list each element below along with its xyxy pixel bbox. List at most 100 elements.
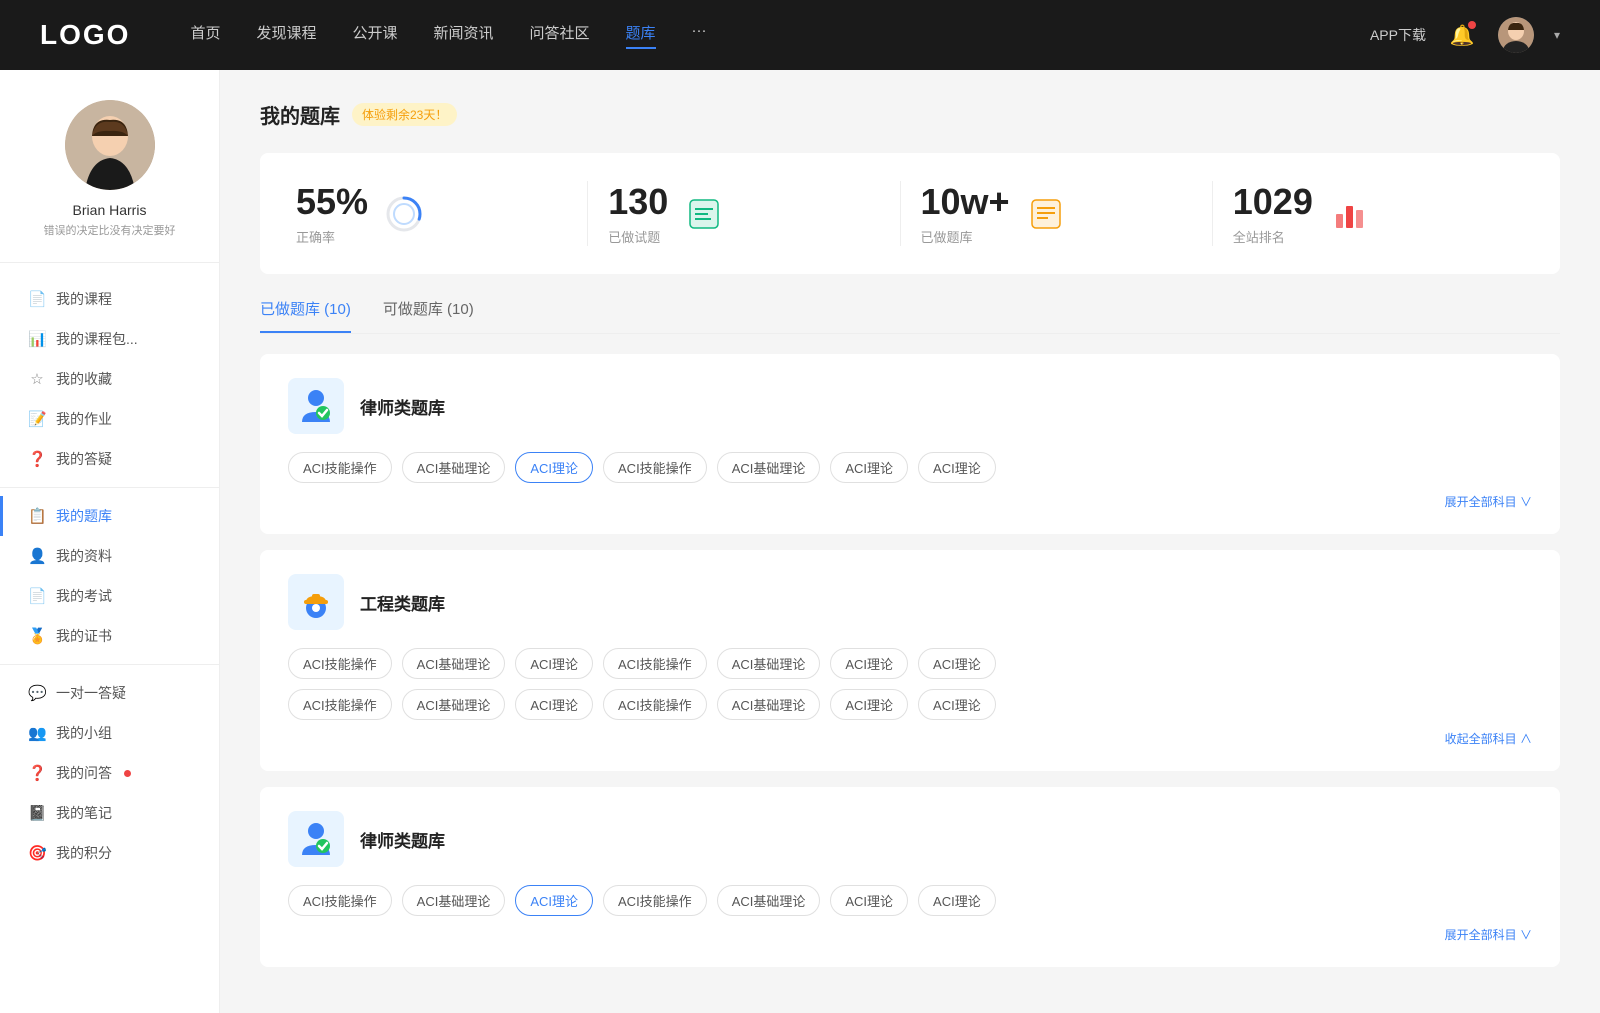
eng-tag-6[interactable]: ACI理论	[918, 648, 996, 679]
eng-tag-4[interactable]: ACI基础理论	[717, 648, 821, 679]
sidebar-item-questionbank[interactable]: 📋 我的题库	[0, 496, 219, 536]
sidebar-item-label: 我的积分	[56, 843, 112, 863]
sidebar-item-label: 我的收藏	[56, 369, 112, 389]
eng-tag-0[interactable]: ACI技能操作	[288, 648, 392, 679]
eng-tag-3[interactable]: ACI技能操作	[603, 648, 707, 679]
law2-tag-5[interactable]: ACI理论	[830, 885, 908, 916]
sidebar-item-label: 我的课程	[56, 289, 112, 309]
sidebar-item-group[interactable]: 👥 我的小组	[0, 713, 219, 753]
tag-4[interactable]: ACI基础理论	[717, 452, 821, 483]
sidebar-item-myqa[interactable]: ❓ 我的问答	[0, 753, 219, 793]
eng-tag2-5[interactable]: ACI理论	[830, 689, 908, 720]
questionbank-icon: 📋	[28, 507, 46, 525]
trial-badge: 体验剩余23天！	[352, 103, 457, 126]
bank-tags-lawyer-1: ACI技能操作 ACI基础理论 ACI理论 ACI技能操作 ACI基础理论 AC…	[288, 452, 1532, 483]
logo[interactable]: LOGO	[40, 19, 130, 51]
bank-card-header-1: 律师类题库	[288, 378, 1532, 434]
eng-tag2-3[interactable]: ACI技能操作	[603, 689, 707, 720]
law2-tag-3[interactable]: ACI技能操作	[603, 885, 707, 916]
app-download-button[interactable]: APP下载	[1370, 25, 1426, 45]
sidebar-item-coursepack[interactable]: 📊 我的课程包...	[0, 319, 219, 359]
coursepack-icon: 📊	[28, 330, 46, 348]
tag-5[interactable]: ACI理论	[830, 452, 908, 483]
eng-tag2-2[interactable]: ACI理论	[515, 689, 593, 720]
eng-tag2-6[interactable]: ACI理论	[918, 689, 996, 720]
eng-tag-1[interactable]: ACI基础理论	[402, 648, 506, 679]
stat-done-banks-label: 已做题库	[921, 227, 1010, 246]
law2-tag-0[interactable]: ACI技能操作	[288, 885, 392, 916]
nav-home[interactable]: 首页	[190, 22, 220, 49]
tag-3[interactable]: ACI技能操作	[603, 452, 707, 483]
sidebar-item-label: 我的小组	[56, 723, 112, 743]
sidebar-item-label: 我的答疑	[56, 449, 112, 469]
main-content: 我的题库 体验剩余23天！ 55% 正确率	[220, 70, 1600, 1013]
sidebar: Brian Harris 错误的决定比没有决定要好 📄 我的课程 📊 我的课程包…	[0, 70, 220, 1013]
stat-accuracy-value: 55%	[296, 181, 368, 223]
bank-tags-engineer-row2: ACI技能操作 ACI基础理论 ACI理论 ACI技能操作 ACI基础理论 AC…	[288, 689, 1532, 720]
bank-card-header-2: 工程类题库	[288, 574, 1532, 630]
sidebar-item-label: 我的问答	[56, 763, 112, 783]
stat-accuracy: 55% 正确率	[296, 181, 588, 246]
exam-icon: 📄	[28, 587, 46, 605]
sidebar-item-label: 我的资料	[56, 546, 112, 566]
sidebar-avatar	[65, 100, 155, 190]
sidebar-item-exam[interactable]: 📄 我的考试	[0, 576, 219, 616]
nav-more[interactable]: ···	[692, 22, 707, 49]
sidebar-item-label: 一对一答疑	[56, 683, 126, 703]
tag-2-active[interactable]: ACI理论	[515, 452, 593, 483]
notes-icon: 📓	[28, 804, 46, 822]
avatar[interactable]	[1498, 17, 1534, 53]
sidebar-item-mycourse[interactable]: 📄 我的课程	[0, 279, 219, 319]
expand-link-lawyer-1[interactable]: 展开全部科目 ∨	[288, 493, 1532, 510]
tutor-icon: 💬	[28, 684, 46, 702]
collapse-link-engineer[interactable]: 收起全部科目 ∧	[288, 730, 1532, 747]
sidebar-item-profile[interactable]: 👤 我的资料	[0, 536, 219, 576]
bank-icon-lawyer-1	[288, 378, 344, 434]
sidebar-item-tutor[interactable]: 💬 一对一答疑	[0, 673, 219, 713]
user-menu-chevron[interactable]: ▾	[1554, 28, 1560, 42]
sidebar-profile: Brian Harris 错误的决定比没有决定要好	[0, 100, 219, 263]
nav-news[interactable]: 新闻资讯	[434, 22, 494, 49]
sidebar-username: Brian Harris	[20, 202, 199, 218]
tag-1[interactable]: ACI基础理论	[402, 452, 506, 483]
eng-tag-2[interactable]: ACI理论	[515, 648, 593, 679]
eng-tag2-0[interactable]: ACI技能操作	[288, 689, 392, 720]
sidebar-divider-1	[0, 487, 219, 488]
points-icon: 🎯	[28, 844, 46, 862]
expand-link-lawyer-2[interactable]: 展开全部科目 ∨	[288, 926, 1532, 943]
notification-bell[interactable]: 🔔	[1446, 19, 1478, 51]
law2-tag-1[interactable]: ACI基础理论	[402, 885, 506, 916]
sidebar-item-label: 我的课程包...	[56, 329, 138, 349]
sidebar-item-points[interactable]: 🎯 我的积分	[0, 833, 219, 873]
homework-icon: 📝	[28, 410, 46, 428]
nav-discover[interactable]: 发现课程	[256, 22, 316, 49]
nav-open-course[interactable]: 公开课	[352, 22, 397, 49]
sidebar-item-label: 我的证书	[56, 626, 112, 646]
law2-tag-6[interactable]: ACI理论	[918, 885, 996, 916]
list-icon	[686, 196, 722, 232]
stat-done-questions-label: 已做试题	[608, 227, 668, 246]
nav-questionbank[interactable]: 题库	[626, 22, 656, 49]
tab-todo[interactable]: 可做题库 (10)	[383, 298, 474, 333]
tag-6[interactable]: ACI理论	[918, 452, 996, 483]
eng-tag2-4[interactable]: ACI基础理论	[717, 689, 821, 720]
sidebar-item-label: 我的作业	[56, 409, 112, 429]
sidebar-item-favorites[interactable]: ☆ 我的收藏	[0, 359, 219, 399]
navbar-right: APP下载 🔔 ▾	[1370, 17, 1560, 53]
bank-card-lawyer-2: 律师类题库 ACI技能操作 ACI基础理论 ACI理论 ACI技能操作 ACI基…	[260, 787, 1560, 967]
sidebar-item-label: 我的笔记	[56, 803, 112, 823]
sidebar-item-homework[interactable]: 📝 我的作业	[0, 399, 219, 439]
tab-done[interactable]: 已做题库 (10)	[260, 298, 351, 333]
law2-tag-4[interactable]: ACI基础理论	[717, 885, 821, 916]
myqa-icon: ❓	[28, 764, 46, 782]
sidebar-avatar-img	[65, 100, 155, 190]
nav-qa[interactable]: 问答社区	[530, 22, 590, 49]
bank-title-lawyer-2: 律师类题库	[360, 827, 445, 852]
sidebar-item-certificate[interactable]: 🏅 我的证书	[0, 616, 219, 656]
tag-0[interactable]: ACI技能操作	[288, 452, 392, 483]
law2-tag-2-active[interactable]: ACI理论	[515, 885, 593, 916]
sidebar-item-notes[interactable]: 📓 我的笔记	[0, 793, 219, 833]
eng-tag-5[interactable]: ACI理论	[830, 648, 908, 679]
sidebar-item-questions[interactable]: ❓ 我的答疑	[0, 439, 219, 479]
eng-tag2-1[interactable]: ACI基础理论	[402, 689, 506, 720]
